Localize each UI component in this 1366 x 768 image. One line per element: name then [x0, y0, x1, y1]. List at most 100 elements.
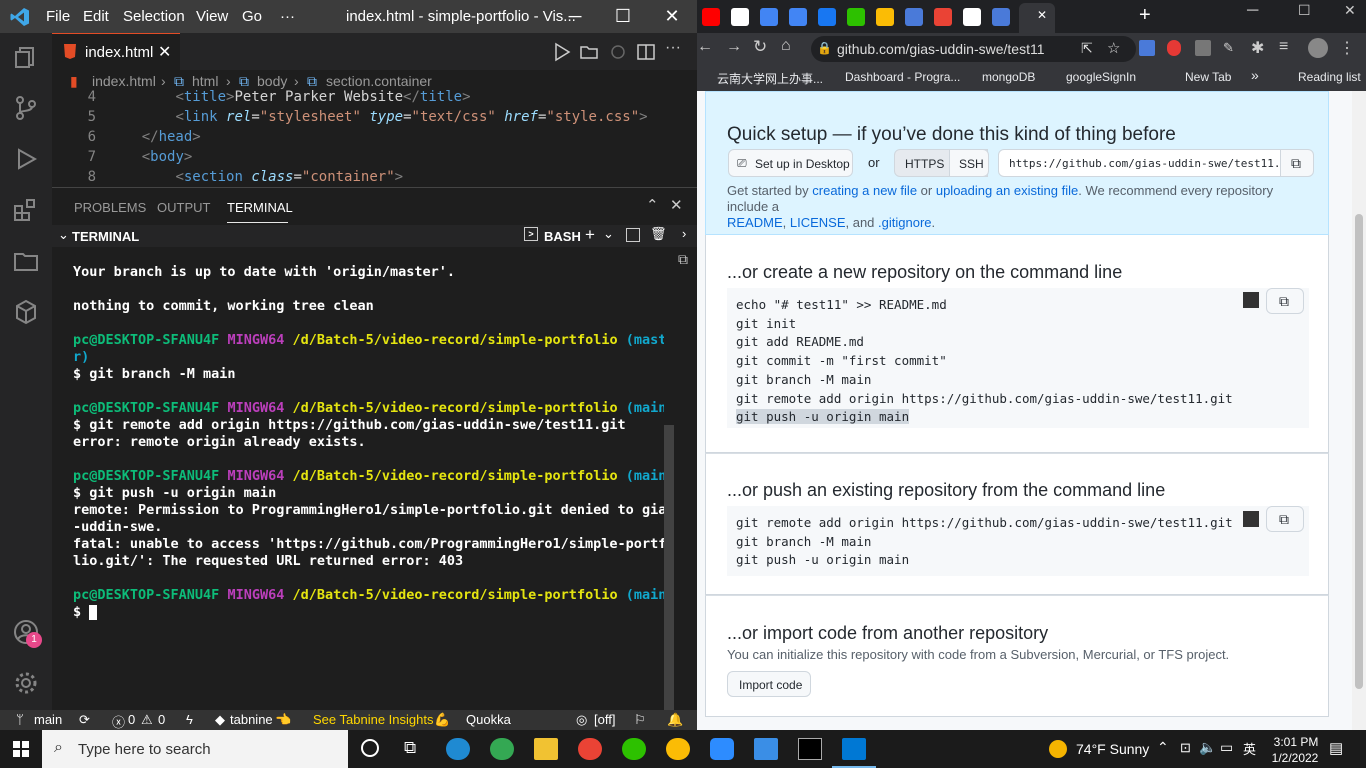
run-debug-icon[interactable]	[12, 145, 40, 173]
browser-tab-favicon[interactable]	[847, 8, 865, 26]
browser-tab-favicon[interactable]	[702, 8, 720, 26]
browser-tab-favicon[interactable]	[731, 8, 749, 26]
copy-commands-button[interactable]: ⧉	[1266, 506, 1304, 532]
cortana-icon[interactable]	[361, 739, 379, 757]
clone-url-input[interactable]: https://github.com/gias-uddin-swe/test11…	[998, 149, 1281, 177]
page-scrollbar[interactable]	[1352, 91, 1366, 730]
maximize-icon[interactable]: ☐	[1298, 2, 1311, 19]
terminal-side-icon[interactable]: ⧉	[678, 251, 688, 268]
open-folder-icon[interactable]	[579, 42, 599, 62]
chrome-menu-icon[interactable]: ⋮	[1339, 38, 1355, 58]
chevron-right-icon[interactable]: ›	[682, 226, 686, 241]
minimize-icon[interactable]: ─	[563, 4, 587, 28]
settings-gear-icon[interactable]	[12, 669, 40, 697]
avatar[interactable]	[1308, 38, 1328, 58]
new-terminal-icon[interactable]: +	[585, 225, 595, 245]
remote-explorer-icon[interactable]	[12, 298, 40, 326]
terminal-app-icon[interactable]	[798, 738, 822, 760]
push-existing-code[interactable]: git remote add origin https://github.com…	[727, 506, 1309, 576]
minimize-icon[interactable]: ─	[1247, 2, 1258, 20]
wechat-icon[interactable]	[622, 738, 646, 760]
terminal-scrollbar[interactable]	[664, 425, 674, 710]
browser-tab-favicon[interactable]	[963, 8, 981, 26]
scrollbar-thumb[interactable]	[1355, 214, 1363, 689]
quokka-label[interactable]: Quokka	[466, 712, 511, 727]
readme-link[interactable]: README	[727, 215, 783, 230]
live-server-icon[interactable]	[608, 42, 628, 62]
bookmark[interactable]: mongoDB	[982, 70, 1035, 84]
chrome-profile-icon[interactable]	[578, 738, 602, 760]
taskbar-search[interactable]: ⌕ Type here to search	[42, 730, 348, 768]
trash-icon[interactable]: 🗑	[650, 226, 667, 242]
branch-name[interactable]: main	[34, 712, 62, 727]
breadcrumb-file[interactable]: index.html	[92, 73, 156, 89]
split-editor-icon[interactable]	[636, 42, 656, 62]
puzzle-icon[interactable]: ✱	[1251, 38, 1264, 58]
bookmark[interactable]: 云南大学网上办事...	[717, 70, 823, 87]
clock-date[interactable]: 1/2/2022	[1268, 751, 1322, 765]
chevron-down-icon[interactable]: ⌄	[603, 226, 614, 242]
license-link[interactable]: LICENSE	[790, 215, 846, 230]
warning-count[interactable]: 0	[158, 712, 165, 727]
volume-icon[interactable]: 🔈	[1199, 739, 1216, 756]
star-icon[interactable]: ☆	[1107, 39, 1120, 57]
setup-desktop-button[interactable]: ⎚ Set up in Desktop	[728, 149, 853, 177]
browser-tab-favicon[interactable]	[818, 8, 836, 26]
network-icon[interactable]: ⊡	[1180, 740, 1191, 756]
share-icon[interactable]: ⇱	[1081, 40, 1093, 57]
shell-name[interactable]: BASH	[544, 229, 581, 244]
feedback-icon[interactable]: ⚐	[634, 712, 646, 728]
notification-icon[interactable]: ▤	[1329, 739, 1343, 757]
zoom-icon[interactable]	[710, 738, 734, 760]
media-icon[interactable]: ≡	[1279, 38, 1288, 56]
extension-icon[interactable]	[1195, 40, 1211, 56]
zeroclipboard-icon[interactable]	[1243, 511, 1259, 527]
zeroclipboard-icon[interactable]	[1243, 292, 1259, 308]
explorer-icon[interactable]	[12, 43, 40, 71]
tab-terminal[interactable]: TERMINAL	[227, 200, 293, 215]
clock-time[interactable]: 3:01 PM	[1272, 735, 1320, 749]
app-icon[interactable]	[754, 738, 778, 760]
forward-icon[interactable]: →	[726, 38, 742, 56]
weather-text[interactable]: 74°F Sunny	[1076, 741, 1149, 757]
back-icon[interactable]: ←	[697, 38, 713, 56]
language-icon[interactable]: 英	[1243, 739, 1256, 758]
run-icon[interactable]	[552, 42, 572, 62]
error-count[interactable]: 0	[128, 712, 135, 727]
breadcrumb-body[interactable]: body	[257, 73, 287, 89]
more-actions-icon[interactable]: ···	[665, 39, 681, 57]
sync-icon[interactable]: ⟳	[79, 712, 90, 728]
extensions-icon[interactable]	[12, 196, 40, 224]
source-control-icon[interactable]	[12, 94, 40, 122]
browser-tab-favicon[interactable]	[934, 8, 952, 26]
menu-file[interactable]: File	[46, 8, 70, 25]
extension-icon[interactable]	[1139, 40, 1155, 56]
close-tab-icon[interactable]: ✕	[1037, 8, 1047, 22]
tabnine-insights[interactable]: See Tabnine Insights	[313, 712, 433, 727]
create-new-file-link[interactable]: creating a new file	[812, 183, 917, 198]
folder-icon[interactable]	[12, 247, 40, 275]
gitignore-link[interactable]: .gitignore	[878, 215, 931, 230]
chrome-alt-icon[interactable]	[666, 738, 690, 760]
upload-file-link[interactable]: uploading an existing file	[936, 183, 1078, 198]
breadcrumb-html[interactable]: html	[192, 73, 218, 89]
bell-icon[interactable]: 🔔	[667, 712, 683, 728]
tab-output[interactable]: OUTPUT	[157, 200, 210, 215]
chevron-up-icon[interactable]: ⌃	[646, 196, 659, 214]
bookmark[interactable]: New Tab	[1185, 70, 1231, 84]
import-code-button[interactable]: Import code	[727, 671, 811, 697]
windows-start-icon[interactable]	[13, 741, 29, 757]
reading-list[interactable]: Reading list	[1298, 70, 1361, 84]
chrome-icon[interactable]	[490, 738, 514, 760]
task-view-icon[interactable]: ⧉	[404, 738, 416, 758]
edge-icon[interactable]	[446, 738, 470, 760]
menu-edit[interactable]: Edit	[83, 8, 109, 25]
bookmark[interactable]: googleSignIn	[1066, 70, 1136, 84]
code-editor[interactable]: 4 <title>Peter Parker Website</title> 5 <…	[52, 89, 697, 187]
ssh-button[interactable]: SSH	[949, 149, 989, 177]
browser-tab-favicon[interactable]	[789, 8, 807, 26]
menu-go[interactable]: Go	[242, 8, 262, 25]
maximize-icon[interactable]: ☐	[611, 4, 635, 28]
split-terminal-icon[interactable]	[626, 228, 640, 242]
close-window-icon[interactable]: ✕	[1344, 2, 1356, 19]
